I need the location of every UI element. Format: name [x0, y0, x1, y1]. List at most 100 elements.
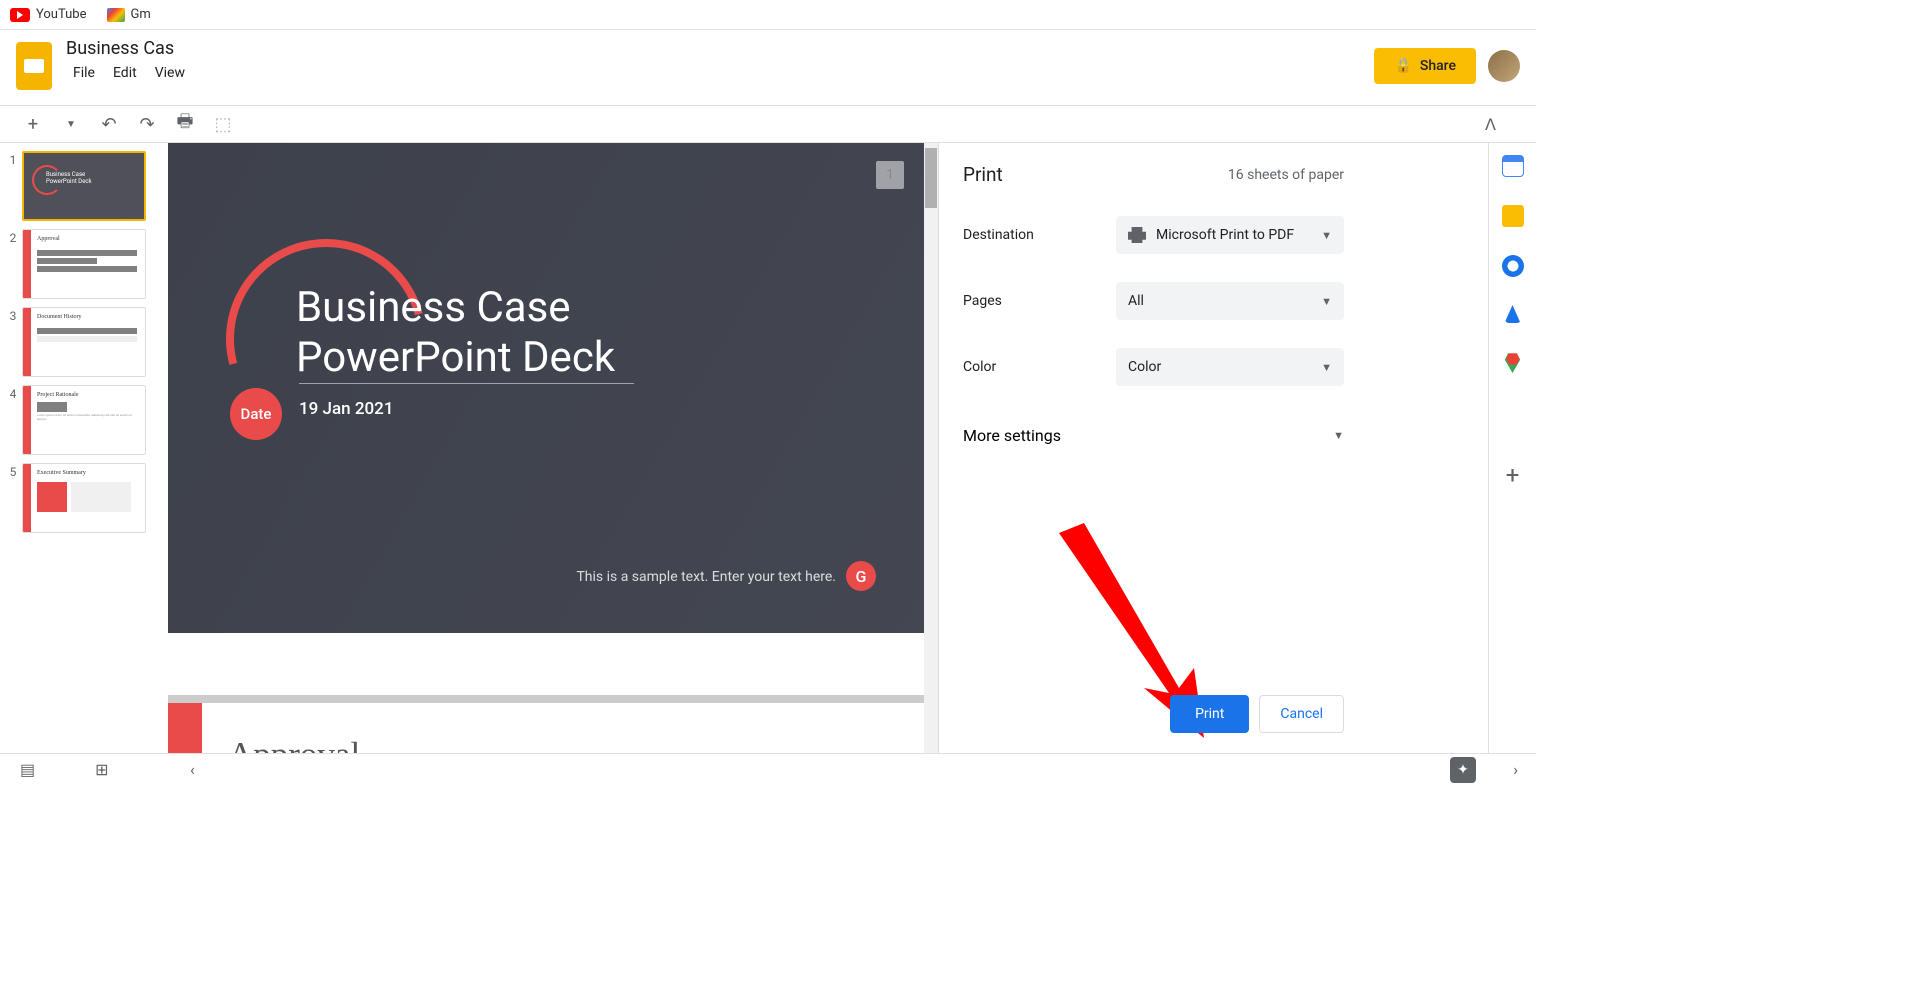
chevron-down-icon: ▼ [1333, 429, 1344, 442]
red-bar-decoration [23, 464, 31, 532]
bookmarks-bar: YouTube Gm [0, 0, 1536, 30]
slide-1-content: 1 Date Business CasePowerPoint Deck 19 J… [168, 143, 924, 633]
pages-row: Pages All ▼ [963, 282, 1344, 320]
maps-icon[interactable] [1502, 351, 1524, 373]
destination-dropdown[interactable]: Microsoft Print to PDF ▼ [1116, 216, 1344, 254]
settings-header: Print 16 sheets of paper [963, 163, 1344, 186]
preview-page-2: Approval Author Date: Signature: Sample … [168, 695, 924, 753]
tasks-icon[interactable] [1502, 255, 1524, 277]
calendar-icon[interactable] [1502, 155, 1524, 177]
slide-2-content: Approval Author Date: Signature: Sample … [168, 695, 924, 753]
print-title: Print [963, 163, 1003, 186]
slide-title: Business CasePowerPoint Deck [296, 283, 615, 384]
grid-view-icon[interactable]: ⊞ [95, 760, 108, 779]
toolbar: + ▼ ↶ ↷ 🖶 ⬚ ᐱ [0, 105, 1536, 143]
printer-icon [1128, 227, 1146, 243]
main-content: 1 Business CasePowerPoint Deck 2 Approva… [0, 143, 1536, 753]
print-confirm-button[interactable]: Print [1170, 695, 1249, 733]
new-slide-button[interactable]: + [20, 111, 46, 137]
thumbnail-slide-3[interactable]: Document History [22, 307, 146, 377]
share-button[interactable]: 🔒 Share [1374, 48, 1476, 84]
thumbnail-row: 2 Approval [4, 229, 164, 299]
menu-bar: File Edit View [66, 61, 1520, 85]
more-settings-toggle[interactable]: More settings ▼ [963, 414, 1344, 457]
preview-scrollbar[interactable] [924, 143, 938, 753]
red-bar-decoration [23, 230, 31, 298]
user-avatar[interactable] [1488, 50, 1520, 82]
thumbnail-number: 4 [4, 385, 22, 455]
chevron-down-icon: ▼ [1321, 229, 1332, 242]
destination-label: Destination [963, 227, 1034, 243]
destination-row: Destination Microsoft Print to PDF ▼ [963, 216, 1344, 254]
slides-header: Business Cas File Edit View 🔒 Share [0, 30, 1536, 105]
explore-button[interactable]: ✦ [1450, 757, 1476, 783]
thumbnail-row: 4 Project Rationale Lorem ipsum dolor si… [4, 385, 164, 455]
bookmark-label: YouTube [36, 7, 87, 22]
divider-line [299, 383, 634, 384]
preview-page-1: 1 Date Business CasePowerPoint Deck 19 J… [168, 143, 924, 695]
pages-dropdown[interactable]: All ▼ [1116, 282, 1344, 320]
scrollbar-thumb[interactable] [925, 148, 937, 208]
bookmark-gmail[interactable]: Gm [107, 7, 151, 22]
chevron-down-icon: ▼ [1321, 361, 1332, 374]
color-label: Color [963, 359, 996, 375]
print-button[interactable]: 🖶 [172, 111, 198, 137]
thumbnail-number: 5 [4, 463, 22, 533]
more-settings-label: More settings [963, 426, 1061, 445]
keep-icon[interactable] [1502, 205, 1524, 227]
dropdown-icon[interactable]: ▼ [58, 111, 84, 137]
undo-button[interactable]: ↶ [96, 111, 122, 137]
redo-button[interactable]: ↷ [134, 111, 160, 137]
red-bar-decoration [23, 308, 31, 376]
color-row: Color Color ▼ [963, 348, 1344, 386]
slide-title: Approval [228, 735, 360, 753]
pages-label: Pages [963, 293, 1002, 309]
thumb-title: Executive Summary [37, 470, 86, 476]
filmstrip-view-icon[interactable]: ▤ [20, 760, 35, 779]
collapse-toolbar-icon[interactable]: ᐱ [1485, 115, 1496, 134]
collapse-panel-icon[interactable]: ‹ [190, 760, 195, 779]
thumbnail-row: 3 Document History [4, 307, 164, 377]
thumbnail-row: 5 Executive Summary [4, 463, 164, 533]
print-dialog: 1 Date Business CasePowerPoint Deck 19 J… [168, 143, 1368, 753]
share-label: Share [1420, 58, 1456, 74]
bookmark-label: Gm [131, 7, 151, 22]
color-value: Color [1128, 359, 1161, 375]
document-title[interactable]: Business Cas [66, 38, 1520, 59]
red-bar-decoration [23, 386, 31, 454]
bottom-bar: ▤ ⊞ ‹ ✦ › [0, 753, 1536, 785]
thumb-title: Approval [37, 236, 60, 242]
page-number-badge: 1 [876, 161, 904, 189]
document-info: Business Cas File Edit View [66, 38, 1520, 85]
thumbnail-number: 3 [4, 307, 22, 377]
expand-panel-icon[interactable]: › [1513, 760, 1518, 779]
menu-file[interactable]: File [66, 61, 102, 85]
side-panel: + [1488, 143, 1536, 753]
menu-view[interactable]: View [148, 61, 192, 85]
print-preview-pane[interactable]: 1 Date Business CasePowerPoint Deck 19 J… [168, 143, 924, 753]
cancel-button[interactable]: Cancel [1259, 695, 1344, 733]
color-dropdown[interactable]: Color ▼ [1116, 348, 1344, 386]
person-lock-icon: 🔒 [1394, 58, 1411, 74]
thumbnail-slide-2[interactable]: Approval [22, 229, 146, 299]
paint-format-button[interactable]: ⬚ [210, 111, 236, 137]
add-addon-icon[interactable]: + [1506, 461, 1520, 489]
pages-value: All [1128, 293, 1144, 309]
thumbnail-slide-1[interactable]: Business CasePowerPoint Deck [22, 151, 146, 221]
bookmark-youtube[interactable]: YouTube [10, 7, 87, 22]
slide-date: 19 Jan 2021 [299, 399, 394, 419]
thumb-title: Project Rationale [37, 392, 79, 398]
g-badge: G [846, 561, 876, 591]
thumbnail-slide-4[interactable]: Project Rationale Lorem ipsum dolor sit … [22, 385, 146, 455]
menu-edit[interactable]: Edit [106, 61, 144, 85]
thumbnail-slide-5[interactable]: Executive Summary [22, 463, 146, 533]
red-bar-decoration [168, 703, 202, 753]
thumbnail-row: 1 Business CasePowerPoint Deck [4, 151, 164, 221]
slides-logo-icon[interactable] [16, 42, 52, 90]
print-settings-panel: Print 16 sheets of paper Destination Mic… [938, 143, 1368, 753]
thumbnail-number: 2 [4, 229, 22, 299]
thumb-title: Document History [37, 314, 82, 320]
contacts-icon[interactable] [1505, 305, 1521, 323]
date-badge: Date [230, 388, 282, 440]
thumbnails-panel[interactable]: 1 Business CasePowerPoint Deck 2 Approva… [0, 143, 168, 753]
